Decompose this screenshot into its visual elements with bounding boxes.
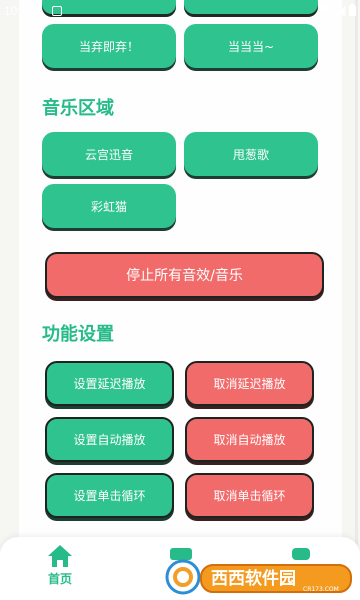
set-auto-play-label: 设置自动播放 — [73, 433, 146, 447]
set-click-loop-label: 设置单击循环 — [73, 489, 146, 503]
cancel-delay-play-label: 取消延迟播放 — [213, 377, 286, 391]
set-auto-play-button[interactable]: 设置自动播放 — [45, 417, 174, 462]
wifi-icon — [319, 5, 332, 15]
home-icon — [48, 545, 72, 567]
music-button-yungong[interactable]: 云宫迅音 — [42, 132, 176, 176]
music-button-label: 甩葱歌 — [232, 147, 269, 162]
status-time: 10:48 — [4, 4, 35, 18]
music-button-label: 彩虹猫 — [90, 199, 127, 214]
status-icons — [319, 4, 356, 16]
music-section-title: 音乐区域 — [42, 98, 114, 119]
watermark-url: CR173.COM — [303, 586, 339, 593]
sound-button-1-label: 当弃即弃！ — [78, 39, 139, 54]
scrollbar[interactable] — [355, 0, 358, 560]
watermark-logo: 西西软件园 CR173.COM — [165, 559, 352, 595]
music-button-caihongmao[interactable]: 彩虹猫 — [42, 184, 176, 228]
stop-all-label: 停止所有音效/音乐 — [126, 268, 243, 284]
nav-home-label: 首页 — [47, 572, 72, 586]
status-bar: 10:48 — [0, 0, 360, 22]
cancel-click-loop-label: 取消单击循环 — [213, 489, 286, 503]
music-button-label: 云宫迅音 — [84, 147, 133, 162]
set-delay-play-button[interactable]: 设置延迟播放 — [45, 361, 174, 406]
cancel-click-loop-button[interactable]: 取消单击循环 — [185, 473, 314, 518]
cancel-auto-play-button[interactable]: 取消自动播放 — [185, 417, 314, 462]
cancel-delay-play-button[interactable]: 取消延迟播放 — [185, 361, 314, 406]
cancel-auto-play-label: 取消自动播放 — [213, 433, 286, 447]
sound-button-2[interactable]: 当当当~ — [184, 24, 318, 68]
music-button-shuaicong[interactable]: 甩葱歌 — [184, 132, 318, 176]
stop-all-button[interactable]: 停止所有音效/音乐 — [45, 252, 324, 298]
function-section-title: 功能设置 — [42, 324, 114, 345]
watermark-brand: 西西软件园 — [211, 568, 296, 589]
battery-icon — [349, 4, 356, 16]
sound-button-2-label: 当当当~ — [227, 39, 275, 54]
set-delay-play-label: 设置延迟播放 — [73, 377, 146, 391]
notification-a-icon — [52, 6, 62, 16]
signal-icon — [335, 5, 346, 15]
set-click-loop-button[interactable]: 设置单击循环 — [45, 473, 174, 518]
sound-button-1[interactable]: 当弃即弃！ — [42, 24, 176, 68]
nav-home-tab[interactable]: 首页 — [32, 540, 88, 596]
